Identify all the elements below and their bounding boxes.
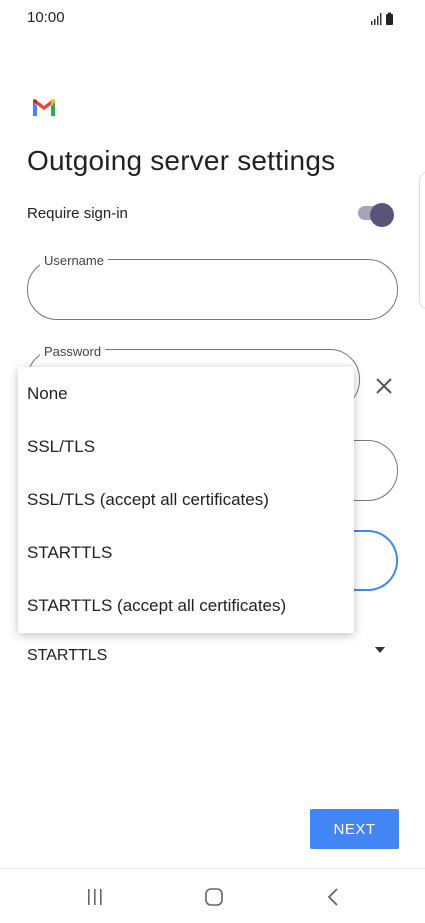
menu-item-starttls[interactable]: STARTTLS bbox=[27, 543, 112, 563]
menu-item-none[interactable]: None bbox=[27, 384, 68, 404]
scroll-edge bbox=[419, 172, 425, 309]
menu-item-ssl-tls-accept-all[interactable]: SSL/TLS (accept all certificates) bbox=[27, 490, 269, 510]
navigation-bar bbox=[0, 868, 425, 923]
battery-icon bbox=[386, 12, 393, 25]
username-field[interactable] bbox=[27, 259, 398, 320]
back-icon[interactable] bbox=[325, 887, 341, 907]
recents-icon[interactable] bbox=[86, 887, 104, 907]
status-time: 10:00 bbox=[27, 9, 65, 26]
home-icon[interactable] bbox=[204, 887, 224, 907]
username-label: Username bbox=[40, 253, 108, 268]
close-icon[interactable] bbox=[373, 375, 395, 397]
signal-icon bbox=[371, 13, 382, 25]
gmail-logo bbox=[33, 99, 55, 116]
status-icons bbox=[371, 12, 393, 25]
toggle-thumb[interactable] bbox=[370, 203, 394, 227]
security-type-menu: None SSL/TLS SSL/TLS (accept all certifi… bbox=[18, 367, 354, 633]
require-signin-label: Require sign-in bbox=[27, 205, 128, 222]
page-title: Outgoing server settings bbox=[27, 145, 336, 176]
next-button[interactable]: NEXT bbox=[310, 809, 399, 849]
menu-item-starttls-accept-all[interactable]: STARTTLS (accept all certificates) bbox=[27, 596, 286, 616]
dropdown-arrow-icon[interactable] bbox=[375, 647, 385, 653]
security-type-select[interactable]: STARTTLS bbox=[27, 647, 107, 665]
menu-item-ssl-tls[interactable]: SSL/TLS bbox=[27, 437, 95, 457]
password-label: Password bbox=[40, 344, 106, 359]
